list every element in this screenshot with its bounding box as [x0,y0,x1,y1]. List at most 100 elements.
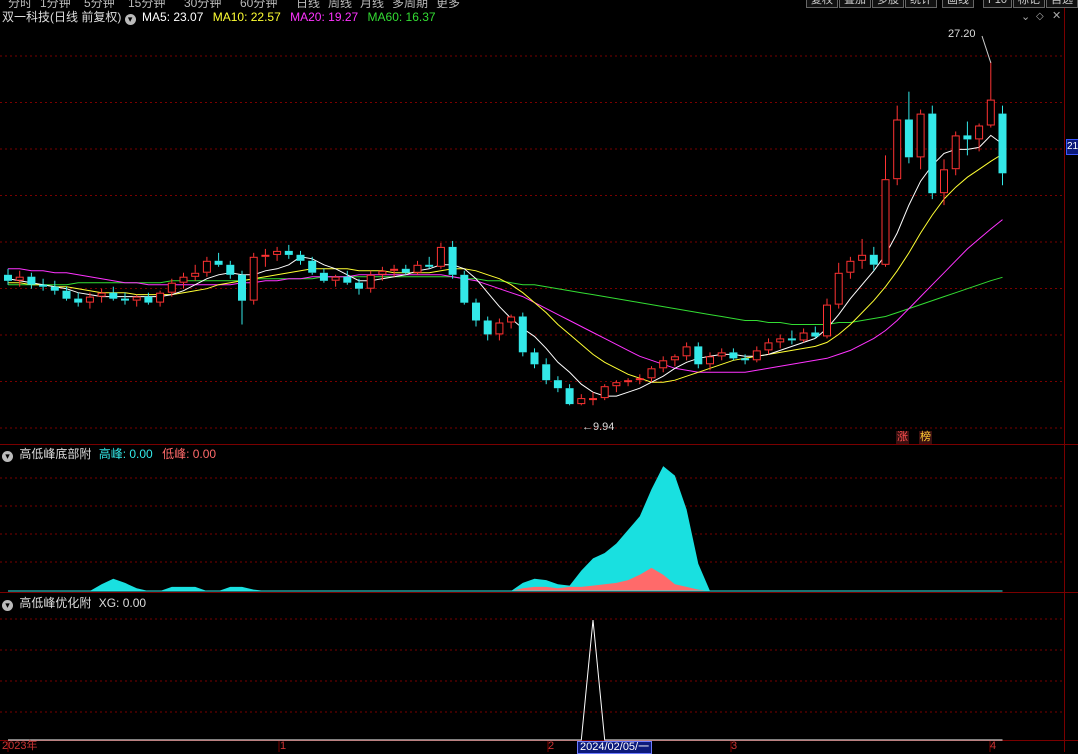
candle-down [425,264,434,267]
candle-down [448,246,457,275]
xg-label: XG: 0.00 [98,596,147,610]
collapse-icon[interactable]: ⌄ [1021,10,1030,23]
toolbar-button-0[interactable]: 复权 [806,0,838,8]
sub-panel2-header: ▾ 高低峰优化附 XG: 0.00 [2,595,146,611]
candle-down [928,113,937,194]
toolbar-button-7[interactable]: 自选 [1046,0,1078,8]
candle-down [542,364,551,381]
timeframe-tab-0[interactable]: 分时 [8,0,32,8]
low-price-label: ←9.94 [582,421,615,433]
xg-line [8,619,1003,741]
candle-up [916,113,925,158]
candle-up [893,119,902,180]
candle-up [261,254,270,257]
toolbar-button-5[interactable]: F10 [983,0,1012,8]
ma5-label: MA5: 23.07 [142,10,204,24]
diamond-icon[interactable]: ◇ [1036,11,1044,22]
candle-up [670,356,679,361]
timeframe-tab-6[interactable]: 日线 [296,0,320,8]
timeframe-tab-1[interactable]: 1分钟 [40,0,71,8]
stock-title[interactable]: 双一科技(日线 前复权) [2,10,121,24]
settings-circle-icon[interactable]: ▾ [2,451,13,462]
sub-panel1-header: ▾ 高低峰底部附 高峰: 0.00 低峰: 0.00 [2,446,216,462]
toolbar-button-1[interactable]: 叠加 [839,0,871,8]
candle-down [121,298,129,301]
candle-up [191,272,200,277]
candle-down [27,276,36,285]
settings-circle-icon[interactable]: ▾ [2,600,13,611]
ma10-label: MA10: 22.57 [212,10,281,24]
candle-up [823,304,831,337]
candle-down [319,272,328,281]
candle-down [729,352,738,359]
candle-down [74,298,83,303]
timeframe-tab-7[interactable]: 周线 [328,0,352,8]
candle-down [238,274,246,301]
toolbar-button-6[interactable]: 标记 [1013,0,1045,8]
x-axis-label-month1: 1 [280,740,287,752]
candle-up [413,264,422,273]
candle-up [97,292,106,297]
candle-up [706,356,714,365]
toolbar-button-4[interactable]: 画线 [942,0,974,8]
candle-down [869,254,878,265]
candle-down [308,260,317,273]
candle-down [787,338,796,341]
xg-indicator-panel [8,619,1003,741]
high-peak-label: 高峰: 0.00 [98,447,153,461]
peak-indicator-panel [8,466,1003,592]
candle-up [752,350,761,361]
candle-up [975,125,984,140]
low-peak-label: 低峰: 0.00 [162,447,217,461]
candle-down [472,302,480,321]
candle-up [834,272,843,305]
candle-up [167,282,176,293]
limit-up-badge[interactable]: 涨 [896,431,909,444]
kline-chart[interactable] [0,0,1078,752]
high-pointer-line [981,35,992,63]
timeframe-tab-4[interactable]: 30分钟 [184,0,221,8]
candle-up [717,352,726,357]
toolbar-button-3[interactable]: 统计 [905,0,937,8]
candle-down [518,316,527,353]
candle-up [273,250,282,255]
candle-down [530,352,539,365]
timeframe-tab-8[interactable]: 月线 [360,0,384,8]
low-peak-area [8,567,1003,591]
candle-down [811,332,820,337]
timeframe-tab-10[interactable]: 更多 [436,0,460,8]
candle-up [951,135,960,170]
candle-down [144,296,153,303]
timeframe-tab-2[interactable]: 5分钟 [84,0,115,8]
candle-down [296,254,305,261]
candle-up [15,276,24,281]
settings-circle-icon[interactable]: ▾ [124,14,136,25]
candle-down [904,119,913,158]
candle-up [612,382,621,387]
candle-down [62,290,71,299]
cursor-date-box: 2024/02/05/一 [577,741,653,754]
candle-up [647,368,656,379]
candle-down [109,292,118,299]
x-axis-label-year: 2023年 [2,740,38,752]
candle-down [39,284,48,287]
candle-up [799,332,808,341]
sub1-title[interactable]: 高低峰底部附 [19,447,91,461]
candle-up [495,322,504,335]
candle-up [366,274,375,289]
ranking-badge[interactable]: 榜 [919,431,932,444]
sub2-title[interactable]: 高低峰优化附 [19,596,91,610]
timeframe-toolbar: 分时 1分钟 5分钟 15分钟 30分钟 60分钟 日线 周线 月线 多周期 更多 复权 叠加 多股 统计画… [0,0,1078,8]
x-axis-label-month3: 3 [731,740,738,752]
candle-up [577,398,586,405]
candle-down [694,346,703,365]
toolbar-button-2[interactable]: 多股 [872,0,904,8]
timeframe-tab-9[interactable]: 多周期 [392,0,428,8]
candle-up [881,179,890,265]
timeframe-tab-5[interactable]: 60分钟 [240,0,277,8]
candle-up [202,260,211,273]
candle-up [986,99,995,126]
close-icon[interactable]: ✕ [1052,9,1061,22]
grid-lines [0,0,1078,752]
timeframe-tab-3[interactable]: 15分钟 [128,0,165,8]
